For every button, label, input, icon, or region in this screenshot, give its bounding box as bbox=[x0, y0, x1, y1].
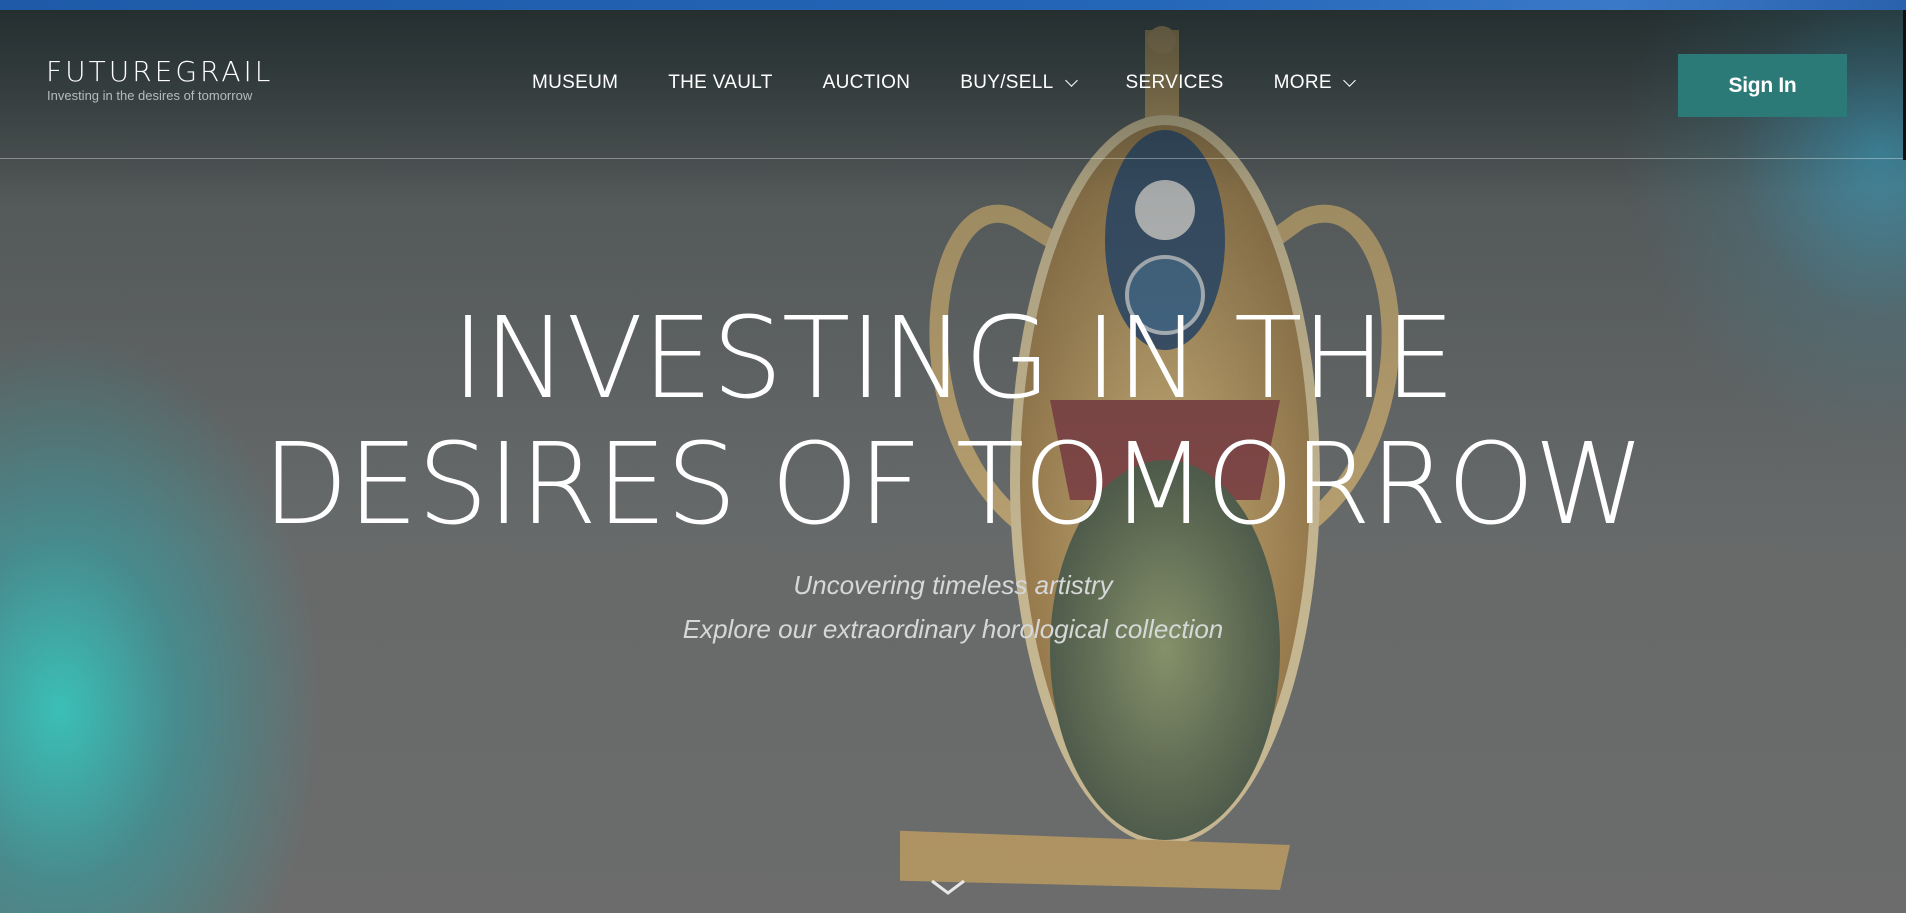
nav-item-label: AUCTION bbox=[822, 72, 911, 93]
hero-subtitle-1: Uncovering timeless artistry bbox=[793, 570, 1113, 600]
headline-line-2: DESIRES OF TOMORROW bbox=[262, 420, 1645, 550]
headline-line-1: INVESTING IN THE bbox=[451, 294, 1456, 424]
browser-top-bar bbox=[0, 0, 1906, 10]
nav-item-label: MUSEUM bbox=[532, 72, 619, 93]
logo[interactable]: FUTUREGRAIL Investing in the desires of … bbox=[46, 55, 274, 104]
sign-in-button[interactable]: Sign In bbox=[1678, 54, 1847, 117]
nav-item-label: THE VAULT bbox=[668, 72, 773, 93]
chevron-down-icon bbox=[1342, 73, 1356, 87]
logo-title: FUTUREGRAIL bbox=[46, 55, 274, 88]
nav-item-the-vault[interactable]: THE VAULT bbox=[668, 72, 772, 94]
logo-tagline: Investing in the desires of tomorrow bbox=[47, 88, 253, 103]
nav-item-more[interactable]: MORE bbox=[1273, 72, 1356, 94]
nav-item-buy-sell[interactable]: BUY/SELL bbox=[960, 72, 1078, 94]
hero-subtitle-2: Explore our extraordinary horological co… bbox=[682, 614, 1224, 644]
chevron-down-icon[interactable] bbox=[930, 878, 966, 896]
nav-item-museum[interactable]: MUSEUM bbox=[532, 72, 618, 94]
nav-item-services[interactable]: SERVICES bbox=[1126, 72, 1224, 94]
nav-item-label: SERVICES bbox=[1125, 72, 1224, 93]
main-nav: MUSEUM THE VAULT AUCTION BUY/SELL SERVIC… bbox=[532, 72, 1404, 94]
nav-item-label: BUY/SELL bbox=[960, 72, 1054, 93]
top-navigation: FUTUREGRAIL Investing in the desires of … bbox=[0, 10, 1906, 159]
chevron-down-icon bbox=[1064, 73, 1078, 87]
nav-item-auction[interactable]: AUCTION bbox=[823, 72, 911, 94]
nav-item-label: MORE bbox=[1273, 72, 1332, 93]
hero-headline: INVESTING IN THE DESIRES OF TOMORROW bbox=[0, 296, 1906, 548]
